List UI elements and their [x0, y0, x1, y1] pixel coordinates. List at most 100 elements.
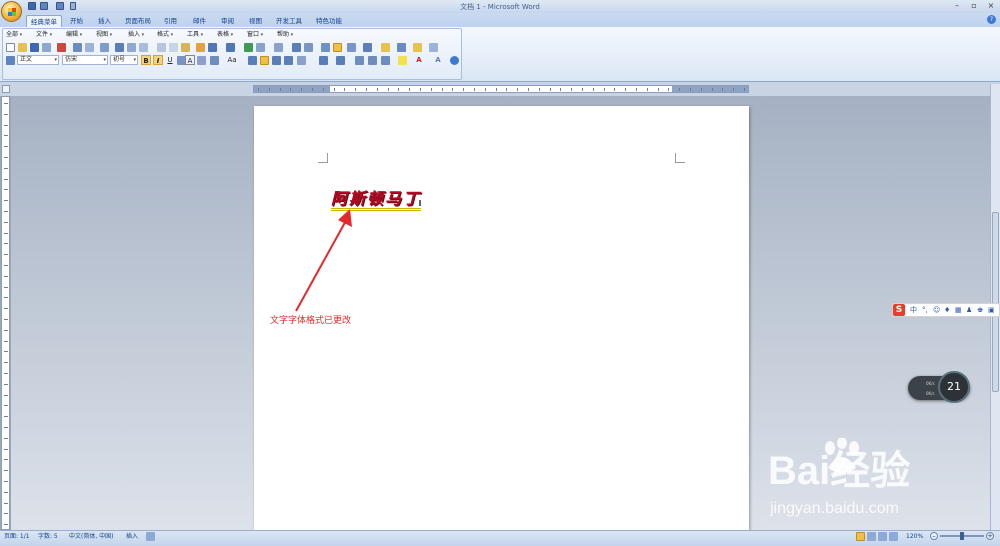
font-combo[interactable]: 仿宋 — [62, 55, 108, 65]
tab-developer[interactable]: 开发工具 — [272, 15, 306, 27]
menu-format[interactable]: 格式 — [157, 30, 173, 39]
italic-button[interactable]: I — [153, 55, 163, 65]
vertical-ruler[interactable] — [1, 96, 10, 530]
menu-window[interactable]: 窗口 — [247, 30, 263, 39]
align-center-icon[interactable] — [260, 56, 269, 65]
thesaurus-icon[interactable] — [139, 43, 148, 52]
char-scale-icon[interactable] — [210, 56, 219, 65]
document-map-icon[interactable] — [321, 43, 330, 52]
web-layout-icon[interactable] — [878, 532, 887, 541]
format-painter-icon[interactable] — [196, 43, 205, 52]
copy-icon[interactable] — [169, 43, 178, 52]
open-icon[interactable] — [18, 43, 27, 52]
menu-view[interactable]: 视图 — [96, 30, 112, 39]
redo-toolbar-icon[interactable] — [226, 43, 235, 52]
outline-view-icon[interactable] — [889, 532, 898, 541]
bold-button[interactable]: B — [141, 55, 151, 65]
font-color-icon[interactable]: A — [414, 55, 424, 65]
tab-mailings[interactable]: 邮件 — [189, 15, 210, 27]
underline-button[interactable]: U — [165, 55, 175, 65]
status-page[interactable]: 页面: 1/1 — [4, 532, 30, 541]
print-layout-view-icon[interactable] — [856, 532, 865, 541]
ime-toolbox-icon[interactable]: ▣ — [988, 305, 995, 315]
tab-view[interactable]: 视图 — [245, 15, 266, 27]
full-screen-reading-icon[interactable] — [867, 532, 876, 541]
tab-references[interactable]: 引用 — [160, 15, 181, 27]
ime-punctuation-icon[interactable]: °, — [922, 305, 928, 315]
show-formatting-icon[interactable] — [333, 43, 342, 52]
close-button[interactable]: × — [985, 1, 997, 11]
insert-table-icon[interactable] — [274, 43, 283, 52]
menu-insert[interactable]: 插入 — [128, 30, 144, 39]
menu-all[interactable]: 全部 — [6, 30, 22, 39]
tab-review[interactable]: 审阅 — [217, 15, 238, 27]
paste-icon[interactable] — [181, 43, 190, 52]
ime-emoji-icon[interactable]: ☺ — [933, 305, 940, 315]
menu-table[interactable]: 表格 — [217, 30, 233, 39]
bullets-icon[interactable] — [336, 56, 345, 65]
tab-classic-menu[interactable]: 经典菜单 — [26, 15, 62, 27]
align-right-icon[interactable] — [272, 56, 281, 65]
permission-icon[interactable] — [42, 43, 51, 52]
zoom-slider-thumb[interactable] — [960, 532, 964, 540]
ime-skin-icon[interactable]: ♚ — [977, 305, 983, 315]
text-effects-icon[interactable]: A — [433, 55, 443, 65]
tab-selector-button[interactable] — [2, 85, 10, 93]
tab-home[interactable]: 开始 — [66, 15, 87, 27]
menu-help[interactable]: 帮助 — [277, 30, 293, 39]
columns-icon[interactable] — [292, 43, 301, 52]
menu-edit[interactable]: 编辑 — [66, 30, 82, 39]
table-icon[interactable] — [256, 43, 265, 52]
full-screen-icon[interactable] — [363, 43, 372, 52]
zoom-out-button[interactable]: – — [930, 532, 938, 540]
decrease-indent-icon[interactable] — [355, 56, 364, 65]
tab-page-layout[interactable]: 页面布局 — [121, 15, 155, 27]
increase-indent-icon[interactable] — [368, 56, 377, 65]
zoom-level[interactable]: 120% — [906, 532, 923, 541]
ime-mode-label[interactable]: 中 — [910, 305, 917, 315]
drawing-icon[interactable] — [304, 43, 313, 52]
change-case-button[interactable]: Aa — [225, 55, 239, 65]
tab-insert[interactable]: 插入 — [94, 15, 115, 27]
scrollbar-thumb[interactable] — [992, 212, 999, 392]
sort-icon[interactable] — [381, 56, 390, 65]
new-document-icon[interactable] — [6, 43, 15, 52]
status-insert-mode[interactable]: 插入 — [126, 532, 138, 541]
menu-tools[interactable]: 工具 — [187, 30, 203, 39]
maximize-button[interactable]: ▫ — [968, 1, 980, 11]
horizontal-ruler[interactable] — [253, 85, 749, 93]
research-icon[interactable] — [100, 43, 109, 52]
highlight-icon[interactable] — [398, 56, 407, 65]
translate-icon[interactable] — [127, 43, 136, 52]
sogou-logo-icon[interactable]: S — [893, 304, 905, 316]
print-preview-icon[interactable] — [57, 43, 66, 52]
font-size-combo[interactable]: 初号 — [110, 55, 138, 65]
menu-file[interactable]: 文件 — [36, 30, 52, 39]
align-left-icon[interactable] — [248, 56, 257, 65]
ime-keyboard-icon[interactable]: ▦ — [955, 305, 962, 315]
print-icon[interactable] — [73, 43, 82, 52]
more-tools-icon[interactable] — [429, 43, 438, 52]
status-words[interactable]: 字数: 5 — [38, 532, 58, 541]
macro-record-icon[interactable] — [146, 532, 155, 541]
hyperlink-icon[interactable] — [244, 43, 253, 52]
styles-pane-icon[interactable] — [6, 56, 15, 65]
zoom-in-button[interactable]: + — [986, 532, 994, 540]
style-combo[interactable]: 正文 — [17, 55, 59, 65]
office-button[interactable] — [1, 1, 22, 22]
undo-toolbar-icon[interactable] — [208, 43, 217, 52]
textbox-icon[interactable] — [413, 43, 422, 52]
help-icon[interactable]: ? — [987, 15, 996, 24]
justify-icon[interactable] — [284, 56, 293, 65]
minimize-button[interactable]: – — [951, 1, 963, 11]
save-toolbar-icon[interactable] — [30, 43, 39, 52]
char-shading-icon[interactable] — [197, 56, 206, 65]
cut-icon[interactable] — [157, 43, 166, 52]
picture-icon[interactable] — [397, 43, 406, 52]
line-spacing-icon[interactable] — [297, 56, 306, 65]
shapes-icon[interactable] — [381, 43, 390, 52]
char-border-button[interactable]: A — [185, 55, 195, 65]
ime-user-icon[interactable]: ♟ — [966, 305, 972, 315]
numbering-icon[interactable] — [319, 56, 328, 65]
tab-special-features[interactable]: 特色功能 — [312, 15, 346, 27]
